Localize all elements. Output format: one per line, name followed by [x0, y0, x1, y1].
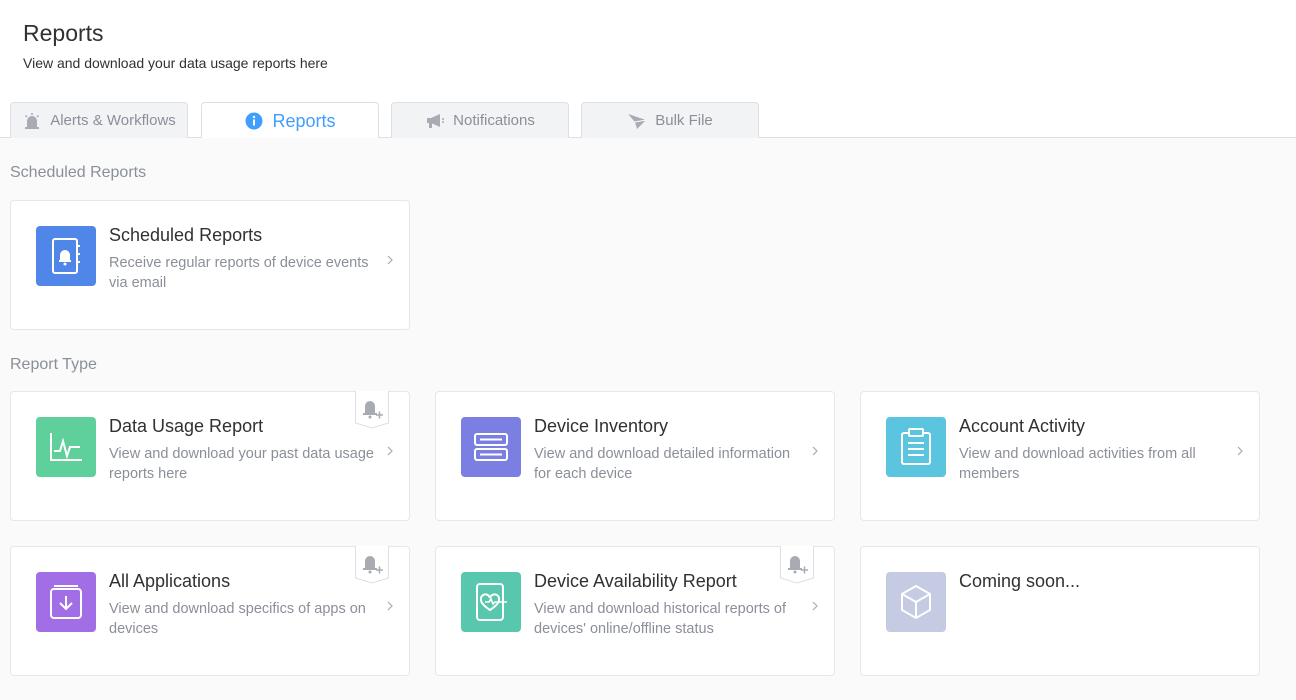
- tab-label: Alerts & Workflows: [50, 112, 176, 129]
- subscribe-bell-icon[interactable]: [355, 546, 389, 584]
- section-label-report-type: Report Type: [10, 356, 97, 373]
- cube-icon: [886, 572, 946, 632]
- tab-label: Notifications: [453, 112, 535, 129]
- card-description: Receive regular reports of device events…: [109, 255, 369, 291]
- chevron-right-icon: [387, 255, 393, 265]
- reports-content: Scheduled Reports Scheduled Reports Rece…: [0, 138, 1296, 700]
- card-title: Coming soon...: [959, 571, 1081, 591]
- card-description: View and download historical reports of …: [534, 601, 787, 637]
- device-availability-report-card[interactable]: Device Availability Report View and down…: [435, 546, 835, 676]
- chevron-right-icon: [387, 601, 393, 611]
- page-header: Reports View and download your data usag…: [0, 0, 1296, 139]
- card-title: Data Usage Report: [109, 416, 264, 436]
- card-title: Account Activity: [959, 416, 1086, 436]
- chart-line-icon: [36, 417, 96, 477]
- all-applications-card[interactable]: All Applications View and download speci…: [10, 546, 410, 676]
- info-circle-icon: [244, 111, 264, 131]
- chevron-right-icon: [812, 446, 818, 456]
- card-title: Device Availability Report: [534, 571, 737, 591]
- subscribe-bell-icon[interactable]: [355, 391, 389, 429]
- page-subtitle: View and download your data usage report…: [23, 55, 328, 71]
- subscribe-bell-icon[interactable]: [780, 546, 814, 584]
- page-title: Reports: [23, 20, 104, 46]
- card-title: Scheduled Reports: [109, 225, 263, 245]
- alarm-icon: [22, 111, 42, 131]
- box-download-icon: [36, 572, 96, 632]
- chevron-right-icon: [812, 601, 818, 611]
- device-inventory-card[interactable]: Device Inventory View and download detai…: [435, 391, 835, 521]
- tab-notifications[interactable]: Notifications: [391, 102, 569, 138]
- card-description: View and download specifics of apps on d…: [109, 601, 366, 637]
- tab-label: Bulk File: [655, 112, 713, 129]
- card-title: Device Inventory: [534, 416, 669, 436]
- clipboard-icon: [886, 417, 946, 477]
- tab-alerts-workflows[interactable]: Alerts & Workflows: [10, 102, 188, 138]
- tab-label: Reports: [272, 110, 336, 131]
- section-label-scheduled: Scheduled Reports: [10, 164, 147, 181]
- server-icon: [461, 417, 521, 477]
- tab-bulk-file[interactable]: Bulk File: [581, 102, 759, 138]
- megaphone-icon: [425, 111, 445, 131]
- card-title: All Applications: [109, 571, 231, 591]
- paper-plane-icon: [627, 111, 647, 131]
- account-activity-card[interactable]: Account Activity View and download activ…: [860, 391, 1260, 521]
- chevron-right-icon: [387, 446, 393, 456]
- card-description: View and download your past data usage r…: [109, 446, 374, 482]
- calendar-bell-icon: [36, 226, 96, 286]
- tab-reports[interactable]: Reports: [201, 102, 379, 139]
- tab-bar: Alerts & Workflows Reports Notifications…: [0, 102, 1296, 139]
- chevron-right-icon: [1237, 446, 1243, 456]
- card-description: View and download detailed information f…: [534, 446, 791, 482]
- tablet-heartbeat-icon: [461, 572, 521, 632]
- scheduled-reports-card[interactable]: Scheduled Reports Receive regular report…: [10, 200, 410, 330]
- coming-soon-card: Coming soon...: [860, 546, 1260, 676]
- data-usage-report-card[interactable]: Data Usage Report View and download your…: [10, 391, 410, 521]
- card-description: View and download activities from all me…: [959, 446, 1196, 482]
